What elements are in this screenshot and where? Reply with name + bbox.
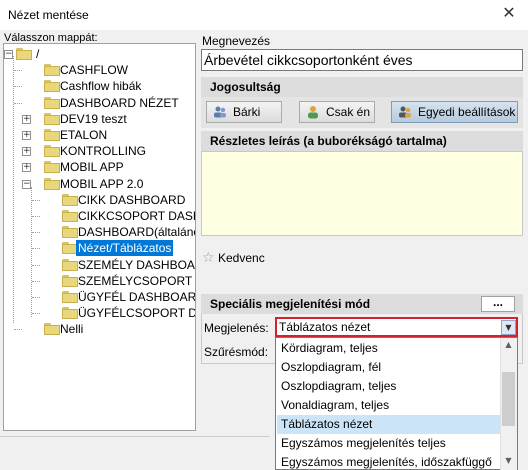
tree-item-label: DASHBOARD(általános [78, 225, 196, 240]
tree-item[interactable]: SZEMÉLYCSOPORT DA [4, 273, 195, 289]
tree-item-label: MOBIL APP 2.0 [60, 176, 144, 191]
tree-item-label: CIKKCSOPORT DASHB [78, 209, 195, 223]
custom-users-icon [399, 106, 411, 118]
tree-item[interactable]: CIKK DASHBOARD [4, 192, 195, 208]
tree-item-label: Nelli [60, 322, 84, 337]
tree-item-label: DEV19 teszt [60, 111, 127, 126]
display-mode-dropdown[interactable]: Kördiagram, teljes Oszlopdiagram, fél Os… [275, 337, 518, 470]
dropdown-option[interactable]: Egyszámos megjelenítés teljes [277, 434, 505, 453]
description-heading: Részletes leírás (a buborékságó tartalma… [201, 131, 523, 151]
tree-item[interactable]: ÜGYFÉLCSOPORT DAS [4, 305, 195, 321]
tree-guide-line [14, 102, 22, 104]
dropdown-option[interactable]: Oszlopdiagram, fél [277, 358, 505, 377]
tree-item-label: ETALON [60, 128, 108, 142]
tree-item-label: CIKK DASHBOARD [78, 192, 186, 207]
dropdown-option[interactable]: Vonaldiagram, teljes [277, 396, 505, 415]
user-icon [308, 106, 318, 119]
tree-item[interactable]: Nézet/Táblázatos [4, 240, 195, 257]
tree-item[interactable]: DASHBOARD NÉZET [4, 95, 195, 111]
collapse-icon[interactable]: − [4, 50, 13, 59]
tree-guide-line [32, 280, 40, 282]
scroll-down-icon[interactable]: ▼ [502, 456, 515, 465]
tree-item-label: MOBIL APP [60, 160, 124, 175]
tree-guide-line [32, 199, 40, 201]
favorite-label[interactable]: Kedvenc [218, 251, 265, 265]
only-me-button[interactable]: Csak én [299, 101, 375, 123]
collapse-icon[interactable]: − [22, 179, 31, 189]
custom-settings-button[interactable]: Egyedi beállítások [391, 101, 518, 123]
tree-item[interactable]: + KONTROLLING [4, 143, 195, 159]
expand-icon[interactable]: + [22, 163, 31, 173]
tree-item[interactable]: Cashflow hibák [4, 78, 195, 94]
close-button[interactable]: ✕ [494, 2, 524, 26]
tree-item[interactable]: CASHFLOW [4, 62, 195, 78]
scrollbar-thumb[interactable] [502, 372, 515, 426]
tree-guide-line [32, 297, 40, 298]
dropdown-option[interactable]: Egyszámos megjelenítés, időszakfüggő [277, 453, 505, 469]
chevron-down-icon[interactable]: ▼ [501, 320, 516, 335]
tree-item-label: CASHFLOW [60, 63, 129, 78]
tree-item-label: ÜGYFÉLCSOPORT DAS [78, 306, 195, 321]
folder-icon [16, 48, 32, 60]
tree-guide-line [32, 248, 40, 250]
tree-item[interactable]: − / [4, 46, 195, 62]
tree-item-label: ÜGYFÉL DASHBOARD [78, 290, 196, 304]
tree-guide-line [32, 313, 40, 315]
tree-item-label: SZEMÉLY DASHBOARI [78, 257, 196, 272]
tree-guide-line [32, 216, 40, 217]
display-mode-label: Megjelenés: [204, 321, 269, 335]
tree-item[interactable]: ÜGYFÉL DASHBOARD [4, 289, 195, 305]
tree-item[interactable]: − MOBIL APP 2.0 [4, 176, 195, 192]
expand-icon[interactable]: + [22, 131, 31, 140]
dropdown-option[interactable]: Kördiagram, teljes [277, 339, 505, 358]
tree-item-label: Cashflow hibák [60, 79, 142, 94]
tree-guide-line [32, 232, 40, 234]
name-label: Megnevezés [202, 34, 271, 48]
tree-item-label: DASHBOARD NÉZET [60, 95, 179, 110]
expand-icon[interactable]: + [22, 147, 31, 157]
tree-item[interactable]: + ETALON [4, 127, 195, 143]
tree-item[interactable]: + MOBIL APP [4, 159, 195, 175]
name-input[interactable]: Árbevétel cikkcsoportonként éves [201, 49, 523, 71]
permissions-bar: Bárki Csak én Egyedi beállítások [201, 97, 523, 128]
tree-item[interactable]: + DEV19 teszt [4, 111, 195, 127]
folder-tree[interactable]: − / CASHFLOW Cashflow hibák DASHBOARD NÉZET +… [3, 43, 196, 431]
tree-item[interactable]: CIKKCSOPORT DASHB [4, 208, 195, 224]
more-options-button[interactable]: ... [481, 296, 515, 312]
tree-item[interactable]: DASHBOARD(általános [4, 224, 195, 240]
tree-item-label: SZEMÉLYCSOPORT DA [78, 273, 195, 288]
dropdown-option-selected[interactable]: Táblázatos nézet [277, 415, 505, 434]
tree-item[interactable]: SZEMÉLY DASHBOARI [4, 257, 195, 273]
tree-guide-line [32, 264, 40, 266]
tree-item[interactable]: Nelli [4, 321, 195, 337]
tree-item-label: / [36, 47, 40, 61]
only-me-button-label: Csak én [326, 105, 371, 119]
anyone-button-label: Bárki [233, 105, 261, 119]
permissions-heading: Jogosultság [201, 77, 523, 97]
scroll-up-icon[interactable]: ▲ [502, 340, 515, 349]
custom-settings-button-label: Egyedi beállítások [418, 105, 516, 119]
tree-guide-line [14, 329, 22, 331]
divider [0, 436, 270, 437]
tree-item-label: Nézet/Táblázatos [76, 240, 174, 257]
special-display-heading: Speciális megjelenítési mód [201, 294, 523, 314]
dropdown-option[interactable]: Oszlopdiagram, teljes [277, 377, 505, 396]
tree-item-label: KONTROLLING [60, 144, 147, 159]
display-mode-value: Táblázatos nézet [279, 320, 371, 334]
expand-icon[interactable]: + [22, 114, 31, 124]
filter-mode-label: Szűrésmód: [204, 345, 269, 359]
anyone-button[interactable]: Bárki [206, 101, 282, 123]
description-textarea[interactable] [201, 151, 523, 236]
tree-guide-line [14, 70, 22, 72]
tree-guide-line [14, 86, 22, 88]
users-icon [214, 106, 226, 118]
window-title: Nézet mentése [8, 8, 89, 22]
star-icon[interactable]: ☆ [202, 250, 215, 266]
